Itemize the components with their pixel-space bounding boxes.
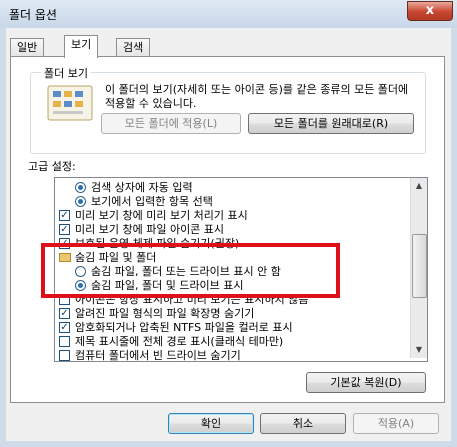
checkbox[interactable]: ✓	[59, 210, 70, 221]
close-icon: x	[425, 3, 435, 18]
checkbox[interactable]: ✓	[59, 308, 70, 319]
scrollbar[interactable]: ▲ ▼	[410, 178, 427, 358]
tab-view[interactable]: 보기	[64, 35, 99, 58]
tab-search[interactable]: 검색	[116, 38, 151, 57]
scroll-thumb[interactable]	[412, 234, 427, 298]
window-title: 폴더 옵션	[9, 8, 57, 22]
list-item[interactable]: 검색 상자에 자동 입력	[55, 181, 409, 195]
list-item[interactable]: ✓ 미리 보기 창에 미리 보기 처리기 표시	[55, 209, 409, 223]
list-item[interactable]: ✓ 미리 보기 창에 파일 아이콘 표시	[55, 223, 409, 237]
checkbox[interactable]: ✓	[59, 238, 70, 249]
checkbox[interactable]	[59, 336, 70, 347]
tab-general[interactable]: 일반	[10, 38, 45, 57]
ok-button[interactable]: 확인	[168, 413, 254, 434]
list-item[interactable]: 제목 표시줄에 전체 경로 표시(클래식 테마만)	[55, 335, 409, 349]
radio-button[interactable]	[75, 196, 86, 207]
list-item[interactable]: ✓ 보호된 운영 체제 파일 숨기기(권장)	[55, 237, 409, 251]
list-item[interactable]: 숨김 파일 및 폴더	[55, 251, 409, 265]
checkbox[interactable]: ✓	[59, 224, 70, 235]
folder-view-icon	[47, 85, 93, 121]
list-item[interactable]: 숨김 파일, 폴더 및 드라이브 표시	[55, 279, 409, 293]
list-item[interactable]: ✓ 암호화되거나 압축된 NTFS 파일을 컬러로 표시	[55, 321, 409, 335]
group-description: 이 폴더의 보기(자세히 또는 아이콘 등)를 같은 종류의 모든 폴더에 적용…	[105, 83, 409, 110]
group-label: 폴더 보기	[41, 65, 91, 81]
folder-icon	[59, 253, 71, 262]
list-item[interactable]: ✓ 알려진 파일 형식의 파일 확장명 숨기기	[55, 307, 409, 321]
scroll-down-icon[interactable]: ▼	[411, 342, 427, 358]
close-button[interactable]: x	[407, 1, 453, 21]
list-item[interactable]: 컴퓨터 폴더에서 빈 드라이브 숨기기	[55, 349, 409, 361]
restore-defaults-button[interactable]: 기본값 복원(D)	[306, 372, 426, 393]
checkbox[interactable]	[59, 350, 70, 361]
radio-button[interactable]	[75, 280, 86, 291]
radio-button[interactable]	[75, 182, 86, 193]
cancel-button[interactable]: 취소	[260, 413, 346, 434]
list-item[interactable]: 아이콘은 항상 표시하고 미리 보기는 표시하지 않음	[55, 293, 409, 307]
scroll-up-icon[interactable]: ▲	[411, 178, 427, 194]
apply-to-folders-button[interactable]: 모든 폴더에 적용(L)	[101, 113, 241, 134]
apply-button[interactable]: 적용(A)	[353, 413, 439, 434]
reset-folders-button[interactable]: 모든 폴더를 원래대로(R)	[248, 113, 414, 134]
list-item[interactable]: 숨김 파일, 폴더 또는 드라이브 표시 안 함	[55, 265, 409, 279]
checkbox[interactable]	[59, 294, 70, 305]
title-bar: 폴더 옵션 x	[0, 0, 457, 28]
radio-button[interactable]	[75, 266, 86, 277]
advanced-settings-list[interactable]: 검색 상자에 자동 입력 보기에서 입력한 항목 선택 ✓ 미리 보기 창에 미…	[54, 177, 428, 362]
advanced-settings-label: 고급 설정:	[28, 160, 76, 173]
list-item[interactable]: 보기에서 입력한 항목 선택	[55, 195, 409, 209]
checkbox[interactable]: ✓	[59, 322, 70, 333]
